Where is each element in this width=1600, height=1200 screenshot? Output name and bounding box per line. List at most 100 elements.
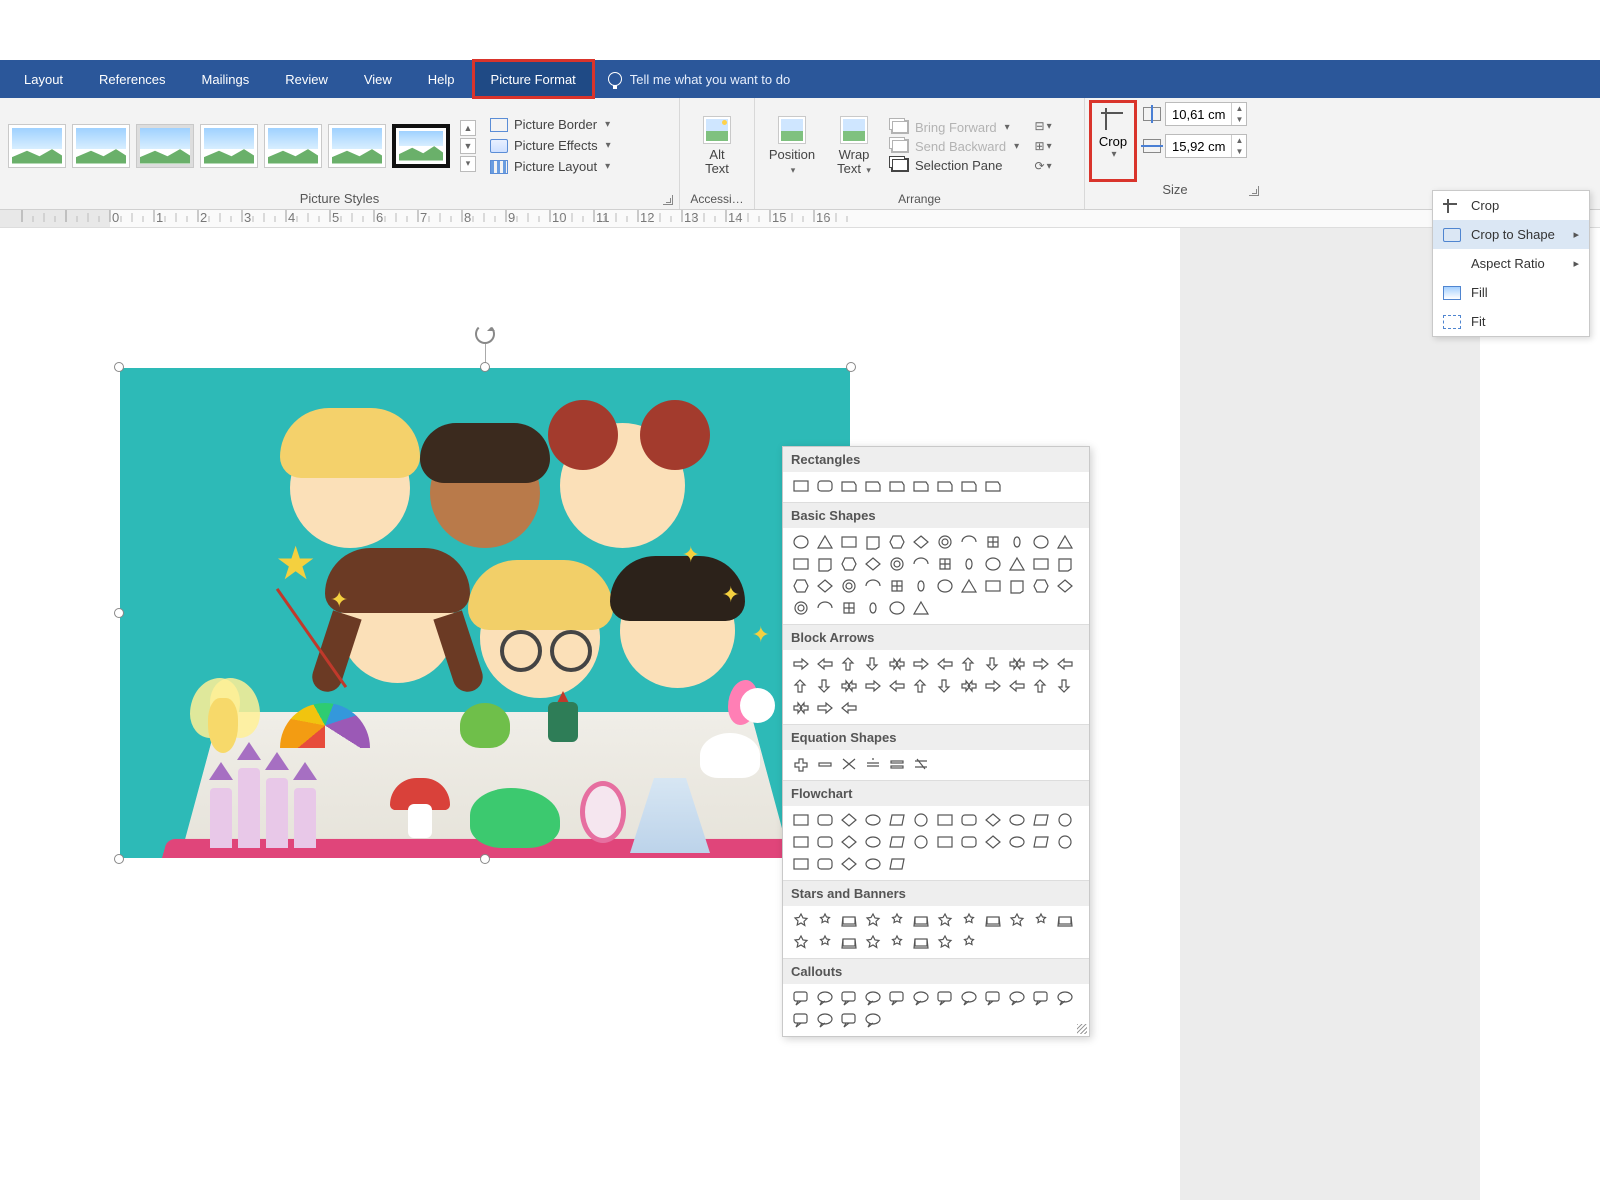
shape-option[interactable] xyxy=(959,477,979,495)
shape-option[interactable] xyxy=(791,477,811,495)
shape-option[interactable] xyxy=(911,677,931,695)
shape-option[interactable] xyxy=(1007,655,1027,673)
shape-option[interactable] xyxy=(1007,911,1027,929)
tab-layout[interactable]: Layout xyxy=(6,60,81,98)
shape-option[interactable] xyxy=(887,811,907,829)
shape-option[interactable] xyxy=(983,533,1003,551)
spin-down[interactable]: ▼ xyxy=(1232,114,1246,125)
shape-option[interactable] xyxy=(911,577,931,595)
shape-option[interactable] xyxy=(911,555,931,573)
group-button[interactable]: ⊞ ▾ xyxy=(1033,139,1053,153)
shape-option[interactable] xyxy=(1055,577,1075,595)
shape-option[interactable] xyxy=(1007,833,1027,851)
shape-option[interactable] xyxy=(863,677,883,695)
shape-option[interactable] xyxy=(815,933,835,951)
position-button[interactable]: Position▾ xyxy=(763,107,821,185)
shape-option[interactable] xyxy=(1055,989,1075,1007)
shape-option[interactable] xyxy=(887,933,907,951)
picture-border-button[interactable]: Picture Border▾ xyxy=(490,117,611,132)
shape-option[interactable] xyxy=(839,1011,859,1029)
shape-option[interactable] xyxy=(1055,811,1075,829)
shape-option[interactable] xyxy=(863,599,883,617)
shape-option[interactable] xyxy=(815,677,835,695)
document-area[interactable]: ★ ✦ ✦ ✦ ✦ R xyxy=(0,228,1600,1200)
shape-option[interactable] xyxy=(815,811,835,829)
rotate-button[interactable]: ⟳ ▾ xyxy=(1033,159,1053,173)
shape-option[interactable] xyxy=(1031,533,1051,551)
shape-option[interactable] xyxy=(1031,677,1051,695)
shape-option[interactable] xyxy=(983,833,1003,851)
shape-option[interactable] xyxy=(887,833,907,851)
shape-option[interactable] xyxy=(1031,811,1051,829)
shape-option[interactable] xyxy=(839,555,859,573)
menu-item-fill[interactable]: Fill xyxy=(1433,278,1589,307)
spin-down[interactable]: ▼ xyxy=(1232,146,1246,157)
shape-option[interactable] xyxy=(1007,577,1027,595)
shape-option[interactable] xyxy=(959,833,979,851)
resize-handle-bl[interactable] xyxy=(114,854,124,864)
tab-help[interactable]: Help xyxy=(410,60,473,98)
tab-references[interactable]: References xyxy=(81,60,183,98)
shape-option[interactable] xyxy=(815,477,835,495)
shape-option[interactable] xyxy=(959,655,979,673)
shape-option[interactable] xyxy=(887,677,907,695)
shape-option[interactable] xyxy=(983,911,1003,929)
selected-picture[interactable]: ★ ✦ ✦ ✦ ✦ xyxy=(120,368,850,858)
shape-option[interactable] xyxy=(935,811,955,829)
shape-option[interactable] xyxy=(911,911,931,929)
shape-option[interactable] xyxy=(815,577,835,595)
shape-option[interactable] xyxy=(1031,655,1051,673)
shape-option[interactable] xyxy=(911,989,931,1007)
shape-option[interactable] xyxy=(911,755,931,773)
height-input[interactable]: 10,61 cm▲▼ xyxy=(1165,102,1247,126)
shape-option[interactable] xyxy=(959,811,979,829)
shape-option[interactable] xyxy=(935,833,955,851)
shape-option[interactable] xyxy=(1055,833,1075,851)
shape-option[interactable] xyxy=(863,655,883,673)
shape-option[interactable] xyxy=(1055,911,1075,929)
shape-option[interactable] xyxy=(791,989,811,1007)
resize-handle-tm[interactable] xyxy=(480,362,490,372)
shape-option[interactable] xyxy=(839,911,859,929)
shape-option[interactable] xyxy=(839,577,859,595)
shape-option[interactable] xyxy=(839,599,859,617)
tab-review[interactable]: Review xyxy=(267,60,346,98)
style-thumb-7[interactable] xyxy=(392,124,450,168)
tab-mailings[interactable]: Mailings xyxy=(184,60,268,98)
shape-option[interactable] xyxy=(959,577,979,595)
shape-option[interactable] xyxy=(887,989,907,1007)
shape-option[interactable] xyxy=(839,477,859,495)
shape-option[interactable] xyxy=(983,655,1003,673)
bring-forward-button[interactable]: Bring Forward▾ xyxy=(891,120,1019,135)
shape-option[interactable] xyxy=(791,755,811,773)
shape-option[interactable] xyxy=(935,933,955,951)
shape-option[interactable] xyxy=(863,477,883,495)
shape-option[interactable] xyxy=(863,911,883,929)
shape-option[interactable] xyxy=(839,699,859,717)
alt-text-button[interactable]: AltText xyxy=(688,107,746,185)
shape-option[interactable] xyxy=(791,811,811,829)
shape-option[interactable] xyxy=(935,577,955,595)
style-thumb-4[interactable] xyxy=(200,124,258,168)
shape-option[interactable] xyxy=(791,855,811,873)
shape-option[interactable] xyxy=(1031,555,1051,573)
shape-option[interactable] xyxy=(935,655,955,673)
shape-option[interactable] xyxy=(935,555,955,573)
shape-option[interactable] xyxy=(839,677,859,695)
dialog-launcher-icon[interactable] xyxy=(663,195,673,205)
shape-option[interactable] xyxy=(791,911,811,929)
shape-option[interactable] xyxy=(839,811,859,829)
shape-option[interactable] xyxy=(815,555,835,573)
shape-option[interactable] xyxy=(935,477,955,495)
gallery-expand[interactable]: ▾ xyxy=(460,156,476,172)
style-thumb-3[interactable] xyxy=(136,124,194,168)
menu-item-aspect-ratio[interactable]: Aspect Ratio▸ xyxy=(1433,249,1589,278)
shape-option[interactable] xyxy=(959,533,979,551)
shape-option[interactable] xyxy=(839,933,859,951)
shape-option[interactable] xyxy=(839,855,859,873)
shape-option[interactable] xyxy=(983,555,1003,573)
width-input[interactable]: 15,92 cm▲▼ xyxy=(1165,134,1247,158)
menu-item-crop[interactable]: Crop xyxy=(1433,191,1589,220)
shape-option[interactable] xyxy=(863,989,883,1007)
gallery-scroll-down[interactable]: ▼ xyxy=(460,138,476,154)
